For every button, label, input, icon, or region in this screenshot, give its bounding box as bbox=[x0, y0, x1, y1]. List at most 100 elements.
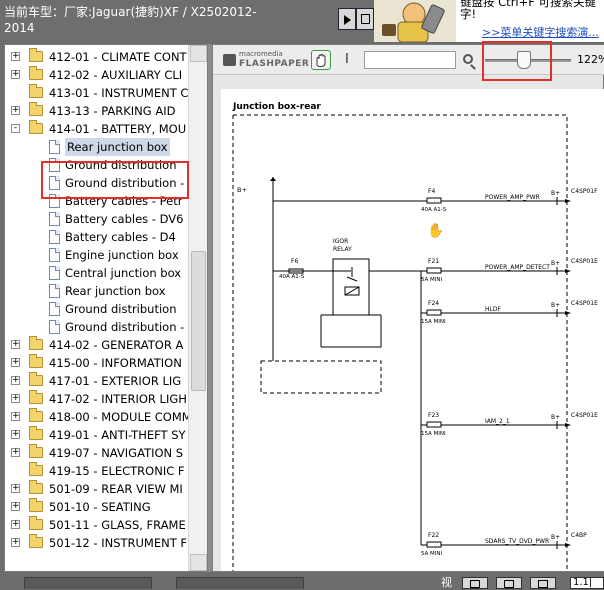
scroll-up-button[interactable] bbox=[190, 45, 207, 62]
tree-folder-item[interactable]: +415-00 - INFORMATION bbox=[5, 354, 188, 372]
expand-icon[interactable]: + bbox=[11, 106, 20, 115]
tree-doc-item[interactable]: Ground distribution - bbox=[5, 318, 188, 336]
tree-folder-item[interactable]: +413-13 - PARKING AID bbox=[5, 102, 188, 120]
expand-icon[interactable]: + bbox=[11, 340, 20, 349]
tree-folder-item[interactable]: +412-02 - AUXILIARY CLI bbox=[5, 66, 188, 84]
expand-icon[interactable]: + bbox=[11, 502, 20, 511]
folder-icon bbox=[29, 534, 43, 548]
window-button[interactable] bbox=[356, 8, 374, 30]
tree-doc-item[interactable]: Rear junction box bbox=[5, 138, 188, 156]
folder-icon bbox=[29, 102, 43, 116]
expand-icon[interactable]: + bbox=[11, 430, 20, 439]
tree-item-label: 501-09 - REAR VIEW MI bbox=[49, 482, 183, 496]
fuse-rating: 15A MINI bbox=[421, 319, 446, 325]
expand-icon[interactable]: + bbox=[11, 412, 20, 421]
fuse-name: F22 bbox=[428, 532, 439, 539]
tree-folder-item[interactable]: +414-02 - GENERATOR A bbox=[5, 336, 188, 354]
fuse-name: F24 bbox=[428, 300, 439, 307]
page-number-box[interactable]: 1.1| bbox=[570, 577, 604, 589]
search-tip-line2: 字! bbox=[460, 7, 477, 21]
tree-folder-item[interactable]: +417-01 - EXTERIOR LIG bbox=[5, 372, 188, 390]
expand-icon[interactable]: + bbox=[11, 448, 20, 457]
tree-doc-item[interactable]: Battery cables - D4 bbox=[5, 228, 188, 246]
folder-icon bbox=[29, 120, 43, 134]
folder-icon bbox=[29, 336, 43, 350]
hand-tool-button[interactable] bbox=[311, 50, 331, 70]
expand-icon[interactable]: + bbox=[11, 376, 20, 385]
collapse-icon[interactable]: - bbox=[11, 124, 20, 133]
tree-folder-item[interactable]: +419-07 - NAVIGATION S bbox=[5, 444, 188, 462]
play-button[interactable] bbox=[338, 8, 356, 30]
bottom-tab-2[interactable] bbox=[176, 577, 304, 589]
search-demo-link[interactable]: >>菜单关键字搜索演... bbox=[482, 24, 599, 40]
tree-folder-item[interactable]: +417-02 - INTERIOR LIGH bbox=[5, 390, 188, 408]
folder-icon bbox=[29, 354, 43, 368]
tree-folder-item[interactable]: +419-01 - ANTI-THEFT SY bbox=[5, 426, 188, 444]
tree-doc-item[interactable]: Engine junction box bbox=[5, 246, 188, 264]
tree-doc-item[interactable]: Battery cables - DV6 bbox=[5, 210, 188, 228]
folder-icon bbox=[29, 390, 43, 404]
view-two-page-button[interactable] bbox=[496, 577, 522, 589]
document-icon bbox=[49, 230, 60, 244]
search-icon[interactable] bbox=[463, 54, 473, 64]
logo-big-text: FLASHPAPER bbox=[239, 59, 310, 69]
text-select-icon[interactable]: I bbox=[345, 52, 349, 67]
tree-folder-item[interactable]: +412-01 - CLIMATE CONT bbox=[5, 48, 188, 66]
tree-folder-item[interactable]: +501-09 - REAR VIEW MI bbox=[5, 480, 188, 498]
tree-item-label: 417-01 - EXTERIOR LIG bbox=[49, 374, 182, 388]
logo-small-text: macromedia bbox=[239, 50, 283, 58]
fuse-name: F4 bbox=[428, 188, 435, 195]
expand-icon[interactable]: + bbox=[11, 394, 20, 403]
document-icon bbox=[49, 140, 60, 154]
tree-folder-item[interactable]: 413-01 - INSTRUMENT C bbox=[5, 84, 188, 102]
tree-doc-item[interactable]: Ground distribution bbox=[5, 300, 188, 318]
fuse-rating: 5A MINI bbox=[421, 277, 442, 283]
expand-icon[interactable]: + bbox=[11, 52, 20, 61]
fuse-bplus: B+ bbox=[551, 302, 560, 309]
f6-name: F6 bbox=[291, 258, 298, 265]
view-single-page-button[interactable] bbox=[462, 577, 488, 589]
tree-folder-item[interactable]: - 414-01 - BATTERY, MOU bbox=[5, 120, 188, 138]
tree-folder-item[interactable]: +418-00 - MODULE COMM bbox=[5, 408, 188, 426]
tree-item-label: Rear junction box bbox=[65, 138, 170, 156]
document-icon bbox=[49, 302, 60, 316]
tree-doc-item[interactable]: Rear junction box bbox=[5, 282, 188, 300]
expand-icon[interactable]: + bbox=[11, 358, 20, 367]
document-page: Junction box-rear B+ F6 40A A1-S IGOR RE… bbox=[221, 89, 604, 571]
bottom-tab-1[interactable] bbox=[24, 577, 152, 589]
connector-arrow-icon bbox=[565, 199, 571, 203]
tree-item-label: 417-02 - INTERIOR LIGH bbox=[49, 392, 187, 406]
play-icon bbox=[344, 15, 351, 25]
tree-folder-item[interactable]: 419-15 - ELECTRONIC F bbox=[5, 462, 188, 480]
expand-icon[interactable]: + bbox=[11, 484, 20, 493]
scroll-down-button[interactable] bbox=[190, 554, 207, 571]
relay-switch bbox=[346, 276, 358, 282]
search-tip-banner: 键盘按 Ctrl+F 可搜索关键 字! >>菜单关键字搜索演... bbox=[456, 0, 604, 42]
tree-folder-item[interactable]: +501-12 - INSTRUMENT F bbox=[5, 534, 188, 552]
fuse-bplus: B+ bbox=[551, 534, 560, 541]
tree-doc-item[interactable]: Central junction box bbox=[5, 264, 188, 282]
relay-label2: RELAY bbox=[333, 246, 352, 253]
find-input[interactable] bbox=[364, 51, 456, 69]
document-icon bbox=[49, 248, 60, 262]
fuse-rating: 5A MINI bbox=[421, 551, 442, 557]
chapter-tree: +412-01 - CLIMATE CONT +412-02 - AUXILIAR… bbox=[5, 45, 188, 571]
chapter-tree-panel: +412-01 - CLIMATE CONT +412-02 - AUXILIAR… bbox=[4, 44, 208, 572]
view-label: 视 bbox=[441, 576, 452, 589]
fuse-symbol bbox=[426, 197, 442, 204]
folder-icon bbox=[29, 462, 43, 476]
tree-folder-item[interactable]: +501-11 - GLASS, FRAME bbox=[5, 516, 188, 534]
view-continuous-button[interactable] bbox=[530, 577, 556, 589]
scroll-thumb[interactable] bbox=[191, 251, 206, 391]
tree-folder-item[interactable]: +501-10 - SEATING bbox=[5, 498, 188, 516]
tree-scrollbar[interactable] bbox=[188, 45, 207, 571]
expand-icon[interactable]: + bbox=[11, 538, 20, 547]
expand-icon[interactable]: + bbox=[11, 70, 20, 79]
expand-icon[interactable]: + bbox=[11, 520, 20, 529]
tree-item-label: Battery cables - DV6 bbox=[65, 212, 184, 226]
window-title-line2: 2014 bbox=[4, 21, 35, 35]
tree-item-label: 419-01 - ANTI-THEFT SY bbox=[49, 428, 186, 442]
flashpaper-logo: macromedia FLASHPAPER bbox=[219, 50, 315, 70]
fuse-signal: POWER_AMP_DETECT bbox=[485, 264, 550, 271]
document-icon bbox=[49, 284, 60, 298]
